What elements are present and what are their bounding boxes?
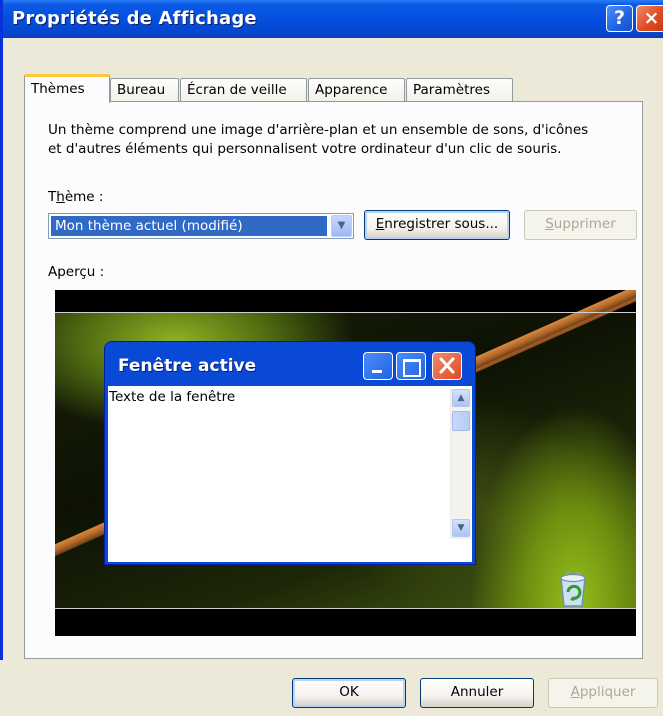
preview-window-body: Texte de la fenêtre ▲ ▼	[108, 386, 472, 562]
preview-scrollbar: ▲ ▼	[450, 389, 471, 539]
tab-bureau[interactable]: Bureau	[110, 78, 179, 102]
close-button[interactable]: ×	[636, 5, 663, 32]
window-title: Propriétés de Affichage	[12, 8, 257, 29]
save-as-button[interactable]: Enregistrer sous...	[364, 210, 510, 240]
chevron-down-icon[interactable]: ▼	[331, 215, 352, 237]
ok-button[interactable]: OK	[292, 678, 406, 708]
dialog-footer: OK Annuler Appliquer	[0, 660, 660, 716]
tab-appearance[interactable]: Apparence	[308, 78, 405, 102]
tab-themes[interactable]: Thèmes	[24, 74, 110, 103]
title-bar[interactable]: Propriétés de Affichage ? ×	[3, 0, 663, 38]
maximize-icon	[396, 352, 426, 380]
theme-dropdown[interactable]: Mon thème actuel (modifié) ▼	[48, 213, 354, 239]
help-button[interactable]: ?	[606, 5, 633, 32]
description-line-1: Un thème comprend une image d'arrière-pl…	[48, 122, 589, 138]
tab-settings[interactable]: Paramètres	[406, 78, 513, 102]
theme-dropdown-value: Mon thème actuel (modifié)	[51, 216, 327, 236]
apply-button[interactable]: Appliquer	[548, 678, 658, 708]
tab-screensaver[interactable]: Écran de veille	[180, 78, 307, 102]
theme-description: Un thème comprend une image d'arrière-pl…	[48, 121, 648, 159]
preview-label: Aperçu :	[48, 264, 105, 280]
theme-preview: Fenêtre active Texte de la fenêtre ▲ ▼	[55, 290, 636, 636]
preview-active-window: Fenêtre active Texte de la fenêtre ▲ ▼	[104, 341, 476, 565]
scroll-thumb	[452, 411, 470, 431]
delete-button[interactable]: Supprimer	[524, 210, 637, 240]
minimize-icon	[363, 352, 393, 380]
close-icon	[432, 352, 462, 380]
chevron-down-icon: ▼	[452, 519, 470, 537]
description-line-2: et d'autres éléments qui personnalisent …	[48, 141, 562, 157]
chevron-up-icon: ▲	[452, 389, 470, 407]
preview-window-title: Fenêtre active	[118, 356, 257, 376]
cancel-button[interactable]: Annuler	[420, 678, 534, 708]
recycle-bin-icon	[560, 571, 586, 607]
preview-window-text: Texte de la fenêtre	[109, 389, 236, 405]
theme-label: Thème :	[48, 189, 104, 205]
